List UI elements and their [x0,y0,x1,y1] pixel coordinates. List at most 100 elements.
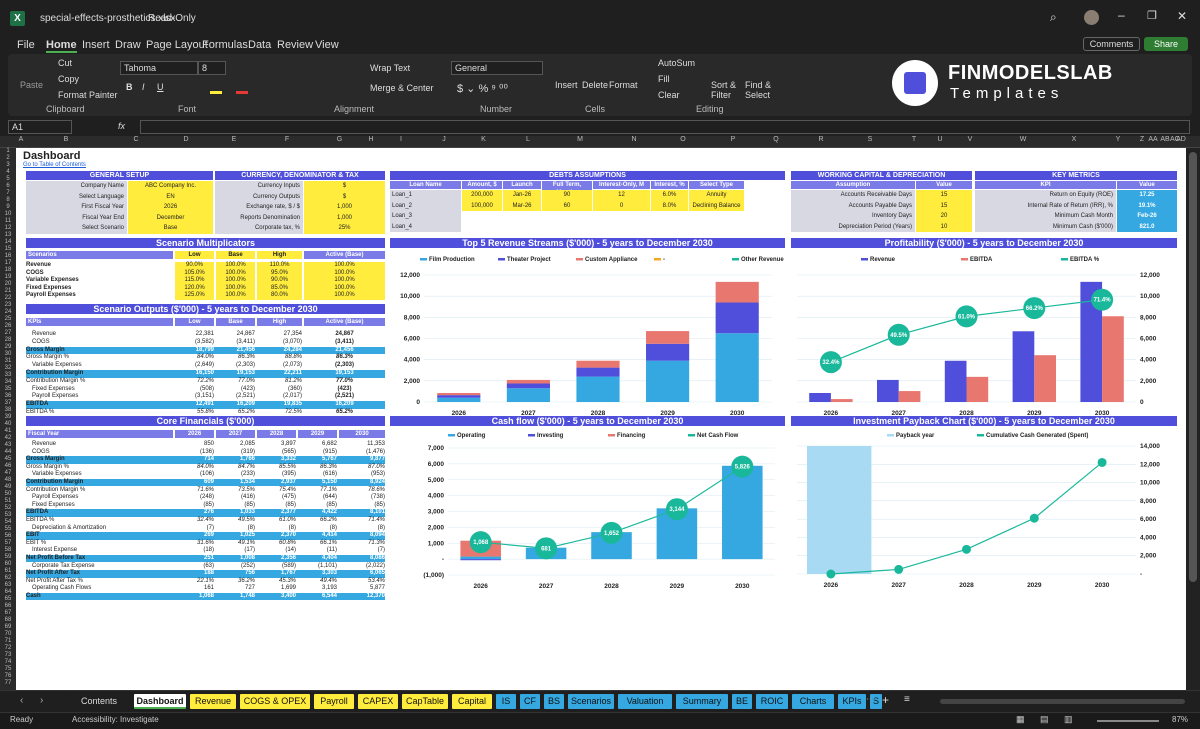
page-layout-view-icon[interactable]: ▤ [1040,714,1049,725]
loan-value[interactable]: 12 [593,190,650,201]
row-header[interactable]: 76 [0,673,16,680]
row-header[interactable]: 4 [0,169,16,176]
row-header[interactable]: 18 [0,267,16,274]
loan-value[interactable]: Declining Balance [689,200,744,211]
row-header[interactable]: 16 [0,253,16,260]
row-header[interactable]: 29 [0,344,16,351]
row-header[interactable]: 73 [0,652,16,659]
menu-insert[interactable]: Insert [82,39,110,51]
vertical-scrollbar[interactable] [1186,148,1200,690]
menu-page-layout[interactable]: Page Layout [146,39,208,51]
loan-value[interactable]: Jan-26 [503,190,541,201]
menu-formulas[interactable]: Formulas [202,39,248,51]
font-color-icon[interactable] [236,91,248,94]
column-header[interactable]: P [708,136,758,143]
row-header[interactable]: 50 [0,491,16,498]
column-header[interactable]: Y [1098,136,1138,143]
row-header[interactable]: 27 [0,330,16,337]
row-header[interactable]: 31 [0,358,16,365]
bold-button[interactable]: B [126,82,133,92]
column-header[interactable]: O [658,136,708,143]
row-header[interactable]: 17 [0,260,16,267]
column-header[interactable]: S [848,136,892,143]
row-header[interactable]: 9 [0,204,16,211]
formula-input[interactable] [140,120,1190,134]
share-button[interactable]: Share [1144,37,1188,51]
row-header[interactable]: 2 [0,155,16,162]
setup-value[interactable]: EN [128,191,213,202]
row-header[interactable]: 20 [0,281,16,288]
row-header[interactable]: 42 [0,435,16,442]
sheet-tab-summary[interactable]: Summary [676,694,728,709]
sheet-tab-capex[interactable]: CAPEX [358,694,398,709]
row-header[interactable]: 22 [0,295,16,302]
sheet-tab-be[interactable]: BE [732,694,752,709]
number-format-buttons[interactable]: $ ⌄ % ⁹ ⁰⁰ [457,82,508,95]
sheet-tab-cogs-opex[interactable]: COGS & OPEX [240,694,310,709]
format-cells-button[interactable]: Format [609,80,638,90]
sheet-tab-cf[interactable]: CF [520,694,540,709]
insert-cells-button[interactable]: Insert [555,80,578,90]
next-sheet-icon[interactable]: › [40,695,43,706]
column-header[interactable]: T [892,136,936,143]
column-header[interactable]: D [166,136,206,143]
setup-value[interactable]: Base [128,223,213,234]
row-header[interactable]: 11 [0,218,16,225]
sheet-list-icon[interactable]: ≡ [904,694,910,705]
loan-value[interactable]: 60 [542,200,592,211]
row-header[interactable]: 67 [0,610,16,617]
row-header[interactable]: 58 [0,547,16,554]
setup-value[interactable]: December [128,212,213,223]
column-header[interactable]: AA [1146,136,1160,143]
row-header[interactable]: 39 [0,414,16,421]
column-header[interactable]: J [427,136,461,143]
sheet-tab-roic[interactable]: ROIC [756,694,788,709]
column-header[interactable]: E [206,136,262,143]
restore-icon[interactable]: ❐ [1147,9,1157,22]
cut-button[interactable]: Cut [58,58,72,68]
underline-button[interactable]: U [157,82,164,92]
close-icon[interactable]: ✕ [1177,9,1187,23]
font-name-select[interactable]: Tahoma [120,61,198,75]
loan-value[interactable]: 200,000 [462,190,502,201]
row-header[interactable]: 55 [0,526,16,533]
column-header[interactable]: B [26,136,106,143]
row-header[interactable]: 14 [0,239,16,246]
menu-draw[interactable]: Draw [115,39,141,51]
sheet-tab-charts[interactable]: Charts [792,694,834,709]
fill-color-icon[interactable] [210,91,222,94]
avatar[interactable] [1084,10,1099,25]
number-format-select[interactable]: General [451,61,543,75]
loan-value[interactable]: 8.0% [651,200,688,211]
row-header[interactable]: 47 [0,470,16,477]
sheet-tab-contents[interactable]: Contents [68,694,130,709]
fx-icon[interactable]: fx [118,121,125,131]
row-header[interactable]: 69 [0,624,16,631]
horizontal-scrollbar[interactable] [940,699,1185,704]
wrap-text-button[interactable]: Wrap Text [370,63,410,73]
row-header[interactable]: 56 [0,533,16,540]
row-header[interactable]: 43 [0,442,16,449]
column-header[interactable]: V [944,136,996,143]
search-icon[interactable]: ⌕ [1050,10,1057,25]
row-header[interactable]: 28 [0,337,16,344]
row-header[interactable]: 30 [0,351,16,358]
setup-value[interactable]: 1,000 [304,202,385,213]
prev-sheet-icon[interactable]: ‹ [20,695,23,706]
column-header[interactable]: M [550,136,610,143]
sheet-tab-revenue[interactable]: Revenue [190,694,236,709]
column-header[interactable]: L [506,136,550,143]
row-header[interactable]: 49 [0,484,16,491]
column-header[interactable]: H [367,136,375,143]
row-header[interactable]: 63 [0,582,16,589]
column-header[interactable]: AD [1176,136,1186,143]
column-header[interactable]: I [375,136,427,143]
sheet-tab-bs[interactable]: BS [544,694,564,709]
accessibility-status[interactable]: Accessibility: Investigate [72,715,159,724]
row-header[interactable]: 45 [0,456,16,463]
row-header[interactable]: 60 [0,561,16,568]
row-header[interactable]: 40 [0,421,16,428]
row-header[interactable]: 59 [0,554,16,561]
add-sheet-icon[interactable]: + [882,693,889,707]
zoom-slider[interactable] [1097,720,1159,722]
